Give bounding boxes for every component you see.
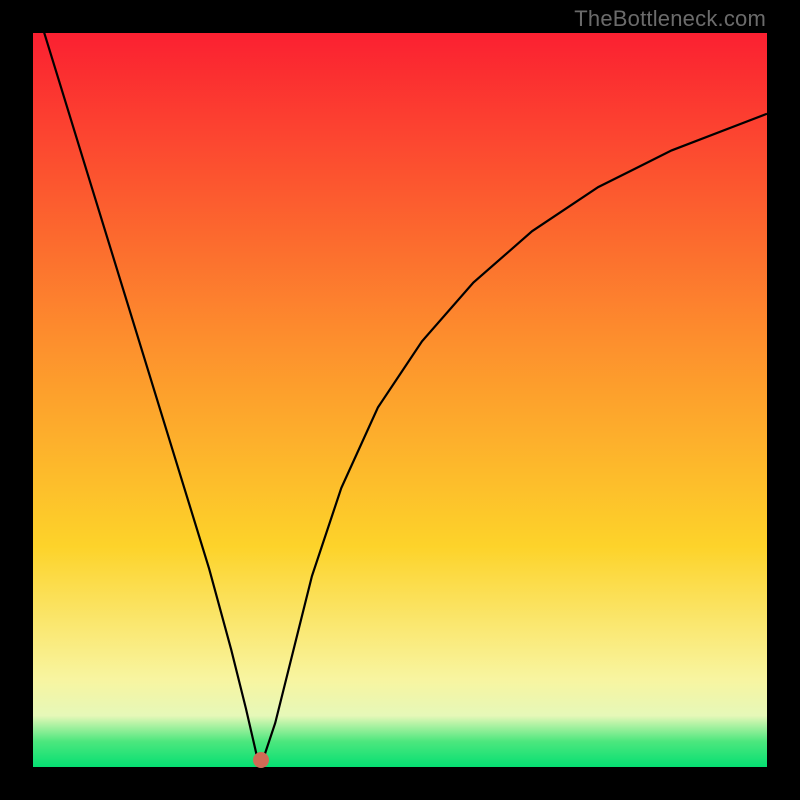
plot-area	[33, 33, 767, 767]
chart-frame: TheBottleneck.com	[0, 0, 800, 800]
bottleneck-curve	[33, 33, 767, 767]
watermark-text: TheBottleneck.com	[574, 6, 766, 32]
optimal-point-marker	[253, 752, 269, 768]
